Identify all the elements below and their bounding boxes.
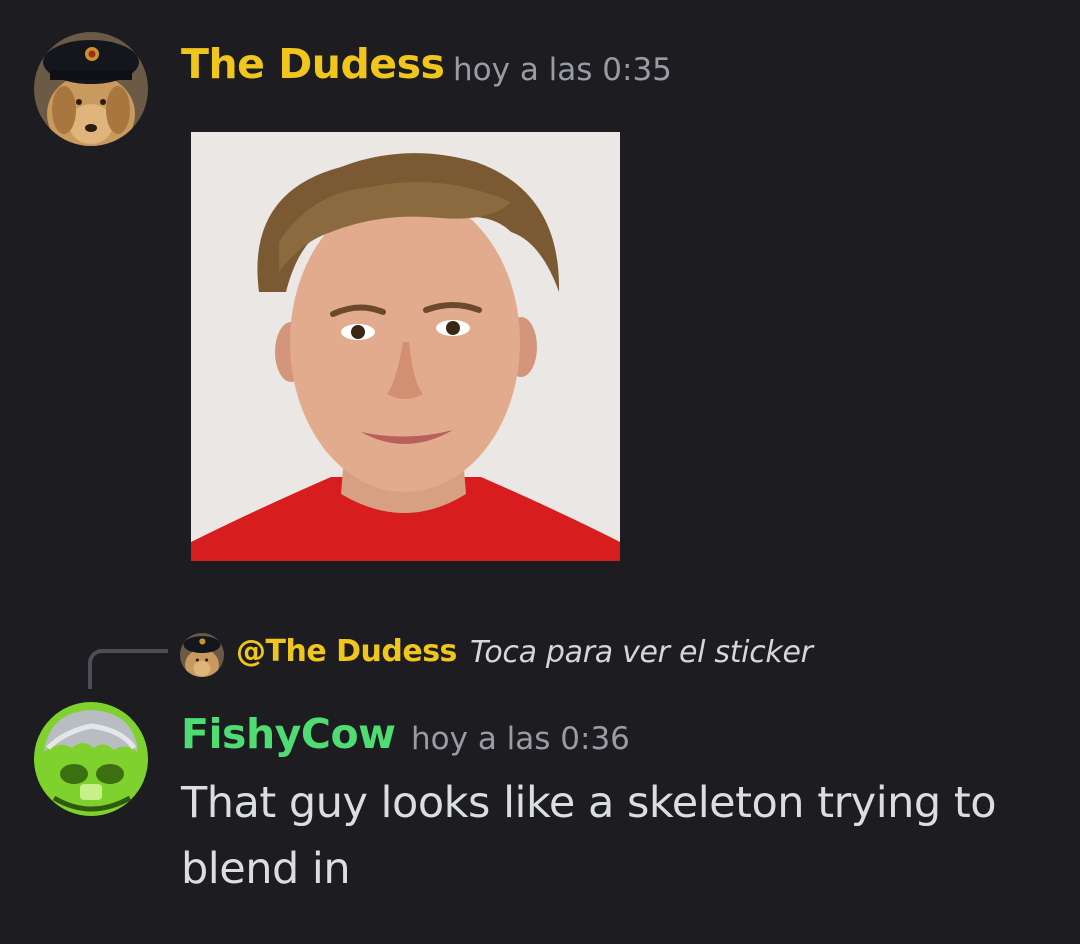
author-avatar-the-dudess[interactable]	[34, 32, 148, 146]
dog-with-hat-avatar-icon	[34, 32, 148, 146]
dog-with-hat-avatar-icon	[180, 633, 224, 677]
reply-mention[interactable]: @The Dudess	[236, 634, 457, 669]
reply-connector	[88, 649, 168, 689]
author-name[interactable]: FishyCow	[181, 710, 396, 758]
author-name[interactable]: The Dudess	[181, 40, 445, 88]
reply-author-avatar[interactable]	[180, 633, 224, 677]
image-attachment[interactable]	[191, 132, 620, 561]
message-timestamp: hoy a las 0:36	[411, 721, 630, 757]
message-content: That guy looks like a skeleton trying to…	[181, 778, 997, 894]
portrait-photo-icon	[191, 132, 620, 561]
author-avatar-fishycow[interactable]	[34, 702, 148, 816]
green-creature-avatar-icon	[34, 702, 148, 816]
message-timestamp: hoy a las 0:35	[453, 52, 672, 88]
reply-preview-text[interactable]: Toca para ver el sticker	[470, 635, 813, 670]
